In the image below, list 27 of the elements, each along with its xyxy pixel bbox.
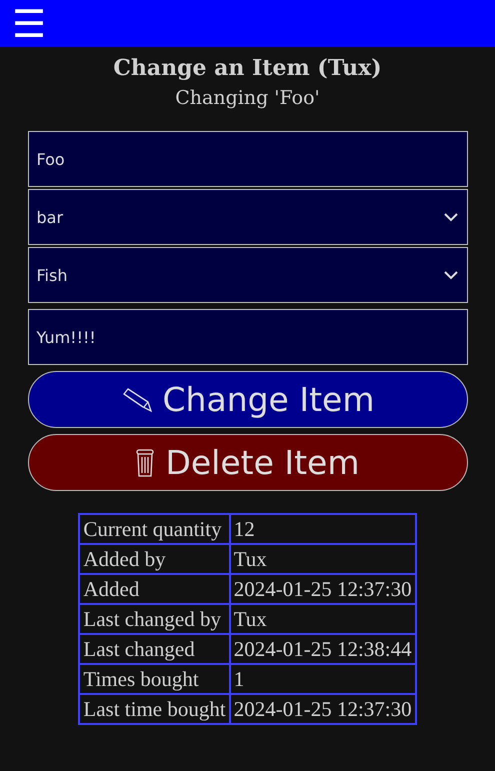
menu-button[interactable]: ☰ <box>12 4 46 42</box>
table-cell: 2024-01-25 12:37:30 <box>230 574 416 604</box>
table-cell: Last time bought <box>79 694 230 724</box>
table-cell: Last changed by <box>79 604 230 634</box>
table-cell: Last changed <box>79 634 230 664</box>
table-cell: 2024-01-25 12:37:30 <box>230 694 416 724</box>
trash-icon <box>135 448 156 478</box>
table-cell: 1 <box>230 664 416 694</box>
select-field[interactable]: bar <box>28 189 468 245</box>
input-field[interactable]: Foo <box>28 131 468 187</box>
table-cell: Added by <box>79 544 230 574</box>
page-subtitle: Changing 'Foo' <box>175 87 320 109</box>
page-title: Change an Item (Tux) <box>113 55 382 81</box>
table-cell: Added <box>79 574 230 604</box>
table-cell: Tux <box>230 544 416 574</box>
table-cell: Tux <box>230 604 416 634</box>
table-cell: 12 <box>230 514 416 544</box>
chevron-down-icon <box>442 270 458 280</box>
select-field[interactable]: Fish <box>28 247 468 303</box>
input-field[interactable]: Yum!!!! <box>28 309 468 365</box>
table-cell: Times bought <box>79 664 230 694</box>
delete-button[interactable]: Delete Item <box>28 434 468 491</box>
table-cell: Current quantity <box>79 514 230 544</box>
table-cell: 2024-01-25 12:38:44 <box>230 634 416 664</box>
change-button[interactable]: Change Item <box>28 371 468 428</box>
pencil-icon <box>120 386 153 414</box>
chevron-down-icon <box>442 212 458 222</box>
